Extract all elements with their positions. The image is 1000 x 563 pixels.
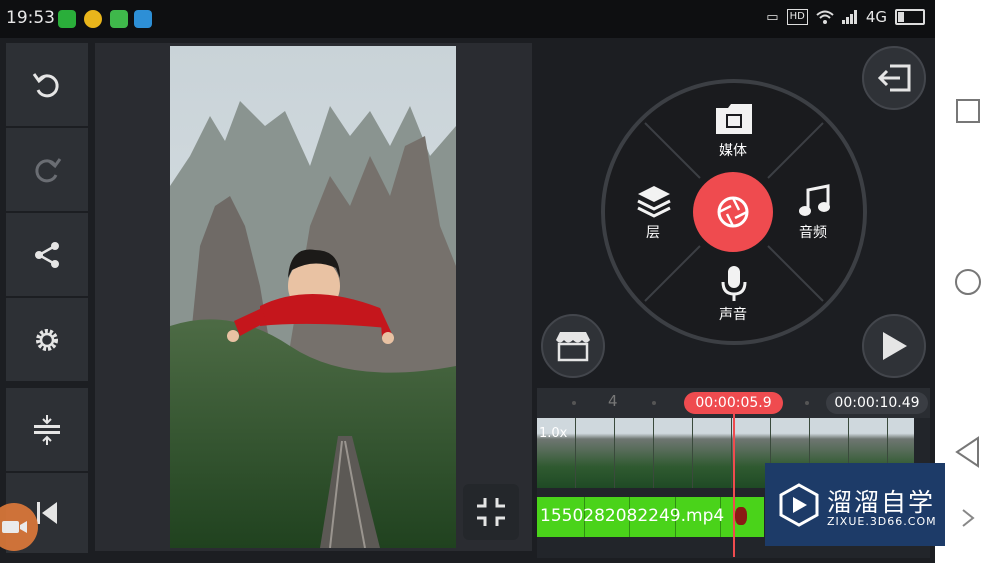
gear-icon	[36, 328, 58, 351]
record-button[interactable]	[693, 172, 773, 252]
audio-button[interactable]: 音频	[783, 184, 843, 241]
recent-apps-button[interactable]	[955, 98, 981, 124]
browser-icon	[110, 10, 128, 28]
home-button[interactable]	[954, 268, 982, 296]
ruler-tick	[572, 401, 576, 405]
media-label: 媒体	[719, 143, 747, 159]
network-type: 4G	[865, 8, 887, 26]
redo-icon	[35, 157, 62, 182]
redo-button[interactable]	[6, 128, 88, 211]
layer-label: 层	[646, 225, 660, 241]
clip-thumbnail	[654, 418, 693, 488]
media-button[interactable]: 媒体	[703, 104, 763, 160]
status-bar: 19:53 ▭ HD 4G	[0, 0, 935, 38]
microphone-icon	[721, 266, 747, 301]
exit-fullscreen-button[interactable]	[463, 484, 519, 540]
clip-thumbnail	[576, 418, 615, 488]
playhead-time[interactable]: 00:00:05.9	[684, 392, 783, 414]
back-button[interactable]	[954, 436, 982, 468]
exit-icon	[877, 64, 911, 92]
undo-icon	[32, 72, 59, 97]
status-time: 19:53	[6, 8, 55, 28]
collapse-icon	[477, 498, 505, 526]
ruler-marker: 4	[608, 392, 618, 410]
clip-thumbnail	[615, 418, 654, 488]
signal-icon	[841, 10, 857, 24]
share-button[interactable]	[6, 213, 88, 296]
music-note-icon	[799, 184, 830, 216]
voice-button[interactable]: 声音	[703, 264, 763, 324]
undo-button[interactable]	[6, 43, 88, 126]
wifi-icon	[816, 10, 834, 24]
chevron-right-icon[interactable]	[961, 508, 975, 528]
adjust-button[interactable]	[6, 388, 88, 471]
audio-label: 音频	[799, 225, 827, 241]
screenshot-icon	[134, 10, 152, 28]
total-duration: 00:00:10.49	[826, 392, 928, 414]
system-indicators: ▭ HD 4G	[766, 8, 925, 26]
play-icon	[883, 332, 907, 360]
ruler-tick	[805, 401, 809, 405]
layers-icon	[637, 186, 671, 218]
layer-clip[interactable]: 1550282082249.mp4	[537, 497, 764, 537]
preview-frame-image	[170, 46, 456, 548]
adjust-split-icon	[34, 414, 60, 445]
clip-speed-label: 1.0x	[539, 426, 568, 441]
camera-shutter-icon	[717, 196, 749, 228]
playhead-line[interactable]	[733, 414, 735, 557]
ruler-tick	[652, 401, 656, 405]
play-button[interactable]	[862, 314, 926, 378]
clip-name: 1550282082249.mp4	[540, 506, 725, 526]
exit-project-button[interactable]	[862, 46, 926, 110]
video-camera-icon	[2, 521, 27, 533]
watermark-logo-icon	[779, 483, 819, 527]
hd-badge: HD	[786, 9, 808, 25]
sim-icon: ▭	[766, 9, 779, 25]
watermark: 溜溜自学 ZIXUE.3D66.COM	[765, 463, 945, 546]
battery-icon	[895, 9, 925, 25]
video-preview[interactable]	[170, 46, 456, 548]
voice-label: 声音	[719, 307, 747, 323]
wechat-icon	[58, 10, 76, 28]
layer-button[interactable]: 层	[623, 184, 683, 241]
store-icon	[556, 332, 590, 362]
clip-preview-figure	[735, 507, 747, 525]
app-icon-yellow	[84, 10, 102, 28]
settings-button[interactable]	[6, 298, 88, 381]
watermark-url: ZIXUE.3D66.COM	[827, 515, 937, 528]
clip-thumbnail	[693, 418, 732, 488]
watermark-title: 溜溜自学	[827, 488, 936, 517]
share-icon	[35, 241, 59, 268]
film-folder-icon	[716, 104, 752, 134]
asset-store-button[interactable]	[541, 314, 605, 378]
